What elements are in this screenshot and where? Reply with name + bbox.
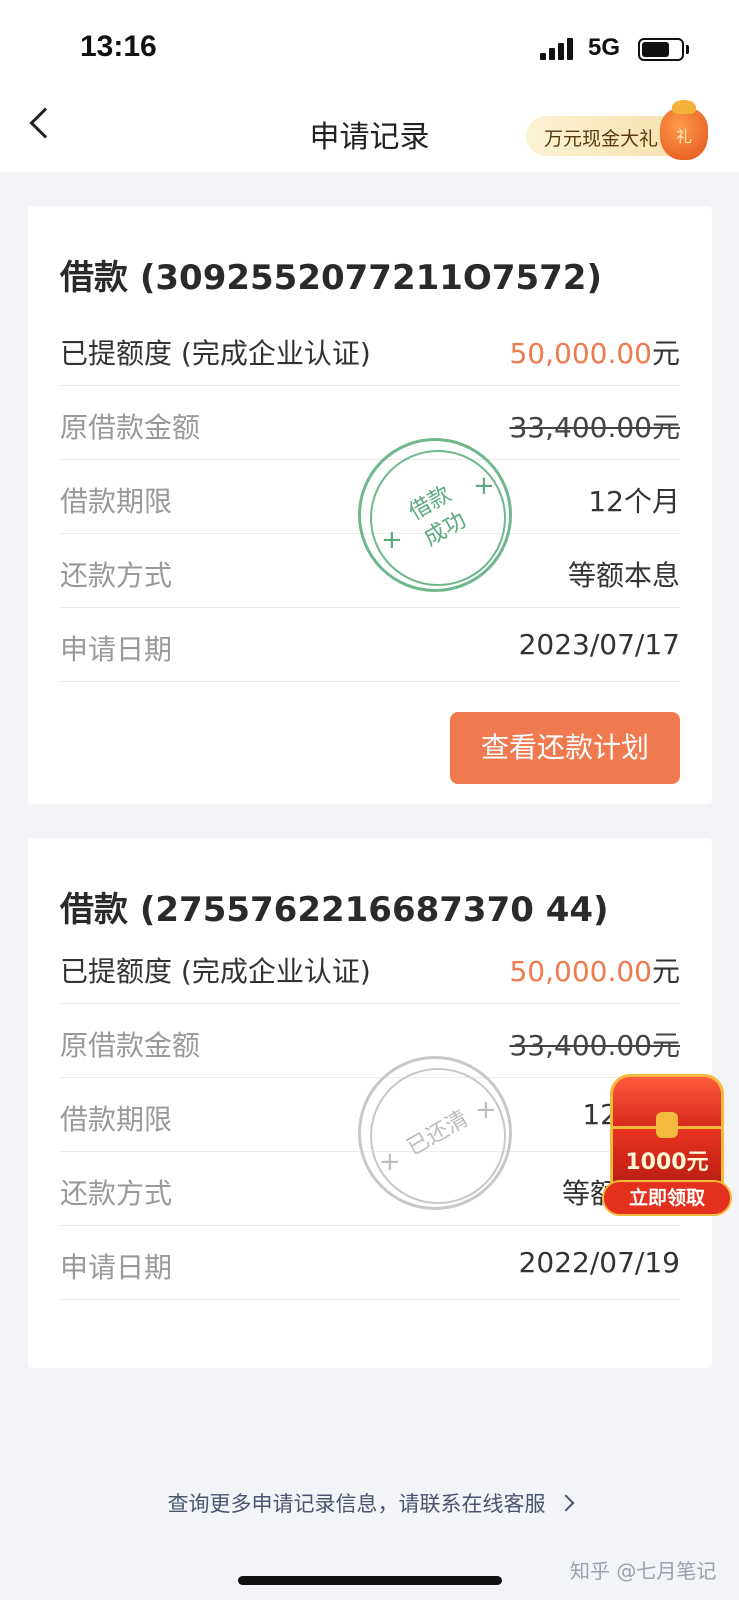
detail-row-credit-limit: 已提额度 (完成企业认证) 50,000.00元 bbox=[60, 312, 680, 386]
credit-unit: 元 bbox=[651, 955, 680, 988]
battery-icon bbox=[638, 38, 684, 61]
row-value: 50,000.00元 bbox=[509, 332, 680, 372]
loan-record-title: 借款 (3092552077211O7572) bbox=[60, 258, 602, 298]
promo-label: 万元现金大礼 bbox=[544, 128, 659, 150]
credit-unit: 元 bbox=[651, 337, 680, 370]
watermark: 知乎 @七月笔记 bbox=[570, 1559, 717, 1583]
row-value: 2022/07/19 bbox=[518, 1246, 680, 1279]
credit-amount: 50,000.00 bbox=[509, 337, 652, 370]
row-label: 原借款金额 bbox=[60, 1029, 201, 1062]
row-value: 等额本息 bbox=[567, 559, 680, 592]
detail-row-apply-date: 申请日期 2023/07/17 bbox=[60, 608, 680, 682]
row-label: 原借款金额 bbox=[60, 411, 201, 444]
signal-icon bbox=[540, 38, 576, 60]
row-value: 50,000.00元 bbox=[509, 950, 680, 990]
home-indicator bbox=[238, 1576, 502, 1585]
view-repayment-plan-button[interactable]: 查看还款计划 bbox=[450, 712, 680, 784]
detail-row-original-amount: 原借款金额 33,400.00元 bbox=[60, 1004, 680, 1078]
row-label: 已提额度 (完成企业认证) bbox=[60, 337, 371, 370]
network-label: 5G bbox=[588, 34, 621, 61]
battery-tip bbox=[686, 45, 689, 54]
row-value: 12个月 bbox=[588, 485, 680, 518]
lock-icon bbox=[656, 1112, 678, 1138]
row-label: 申请日期 bbox=[60, 1251, 173, 1284]
detail-row-apply-date: 申请日期 2022/07/19 bbox=[60, 1226, 680, 1300]
gift-bag-icon[interactable]: 礼 bbox=[660, 100, 708, 160]
row-label: 还款方式 bbox=[60, 559, 173, 592]
detail-row-credit-limit: 已提额度 (完成企业认证) 50,000.00元 bbox=[60, 930, 680, 1004]
credit-amount: 50,000.00 bbox=[509, 955, 652, 988]
row-value: 2023/07/17 bbox=[518, 628, 680, 661]
row-value: 33,400.00元 bbox=[509, 1029, 680, 1062]
row-label: 借款期限 bbox=[60, 1103, 173, 1136]
loan-record-title: 借款 (2755762216687370 44) bbox=[60, 890, 609, 930]
top-bar: 13:16 5G 申请记录 万元现金大礼 礼 bbox=[0, 0, 739, 172]
reward-amount: 1000元 bbox=[625, 1150, 709, 1175]
paid-off-stamp: + + 已还清 bbox=[358, 1056, 512, 1210]
contact-support-text: 查询更多申请记录信息，请联系在线客服 bbox=[167, 1492, 546, 1516]
row-value: 33,400.00元 bbox=[509, 411, 680, 444]
row-label: 申请日期 bbox=[60, 633, 173, 666]
loan-success-stamp: + + 借款 成功 bbox=[358, 438, 512, 592]
row-label: 借款期限 bbox=[60, 485, 173, 518]
row-label: 还款方式 bbox=[60, 1177, 173, 1210]
contact-support-link[interactable]: 查询更多申请记录信息，请联系在线客服 bbox=[0, 1488, 739, 1518]
status-time: 13:16 bbox=[80, 30, 157, 63]
chevron-right-icon bbox=[557, 1494, 574, 1512]
floating-reward-widget[interactable]: 1000元 立即领取 bbox=[602, 1074, 732, 1216]
claim-now-button[interactable]: 立即领取 bbox=[602, 1180, 732, 1216]
loan-record-card: 借款 (3092552077211O7572) 已提额度 (完成企业认证) 50… bbox=[28, 206, 712, 804]
row-label: 已提额度 (完成企业认证) bbox=[60, 955, 371, 988]
detail-row-original-amount: 原借款金额 33,400.00元 bbox=[60, 386, 680, 460]
